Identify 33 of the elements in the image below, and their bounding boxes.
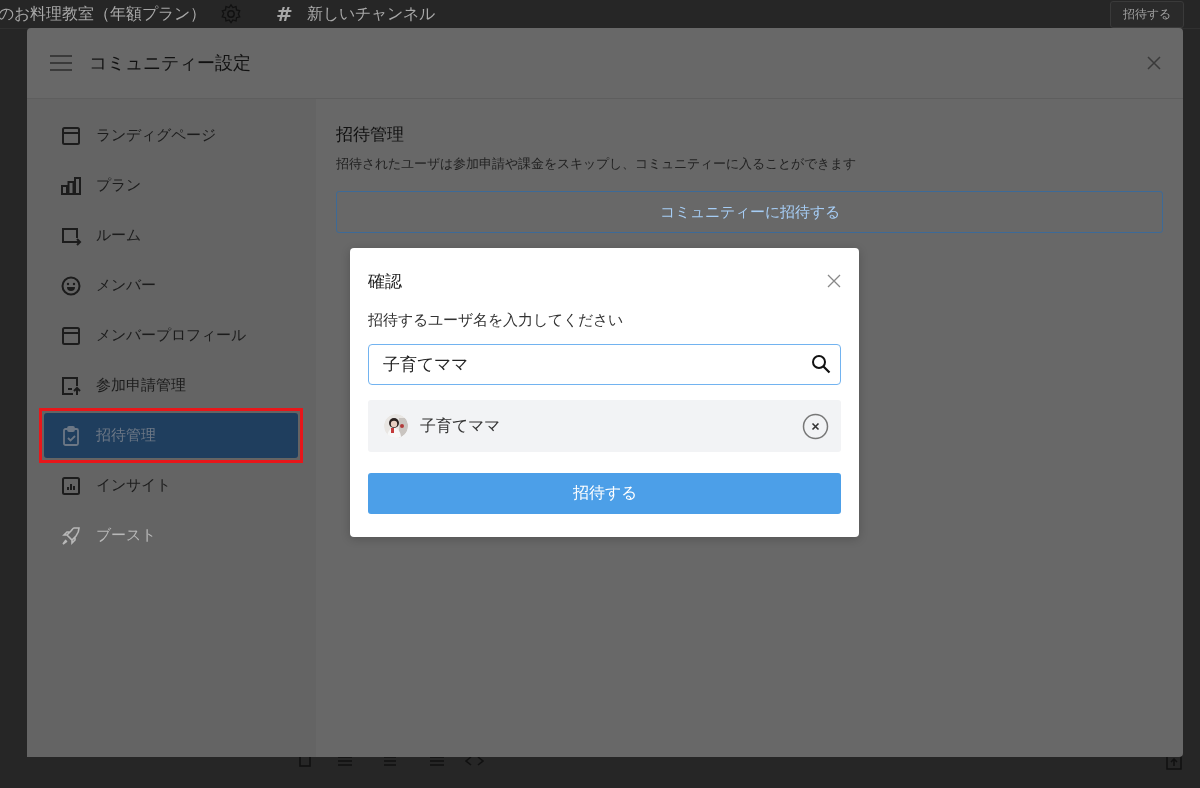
rocket-icon — [60, 524, 82, 547]
close-icon[interactable] — [827, 274, 841, 288]
upload-icon[interactable] — [1166, 754, 1182, 770]
section-title: 招待管理 — [336, 123, 405, 146]
channel-symbol: # — [276, 2, 293, 26]
sidebar-item[interactable]: ルーム — [44, 213, 297, 258]
submit-button[interactable]: 招待する — [368, 473, 841, 514]
channel-name: 新しいチャンネル — [306, 3, 435, 25]
window-icon — [60, 324, 82, 347]
menu-icon[interactable] — [49, 53, 73, 73]
user-name: 子育てママ — [420, 415, 501, 437]
search-icon[interactable] — [811, 354, 831, 374]
search-field[interactable]: 子育てママ — [368, 344, 841, 385]
dialog-title: 確認 — [368, 269, 402, 293]
window-icon — [60, 124, 82, 147]
upload-icon — [60, 374, 82, 397]
sidebar-item[interactable]: メンバープロフィール — [44, 313, 297, 358]
smiley-icon — [60, 274, 82, 297]
bar-chart-icon — [60, 174, 82, 197]
dialog-prompt: 招待するユーザ名を入力してください — [368, 311, 624, 330]
sidebar-item[interactable]: プラン — [44, 163, 297, 208]
modal-title: コミュニティー設定 — [89, 51, 252, 75]
chart-icon — [60, 474, 82, 497]
sidebar-item[interactable]: インサイト — [44, 463, 297, 508]
remove-icon[interactable] — [802, 412, 829, 440]
invite-community-button[interactable]: コミュニティーに招待する — [336, 191, 1163, 233]
sidebar-item[interactable]: 参加申請管理 — [44, 363, 297, 408]
sidebar-item[interactable]: ランディグページ — [44, 113, 297, 158]
close-icon[interactable] — [1147, 56, 1161, 70]
sidebar-item[interactable]: メンバー — [44, 263, 297, 308]
sidebar-item[interactable]: 招待管理 — [44, 413, 298, 458]
clipboard-check-icon — [60, 424, 82, 447]
invite-button[interactable]: 招待する — [1110, 0, 1184, 28]
